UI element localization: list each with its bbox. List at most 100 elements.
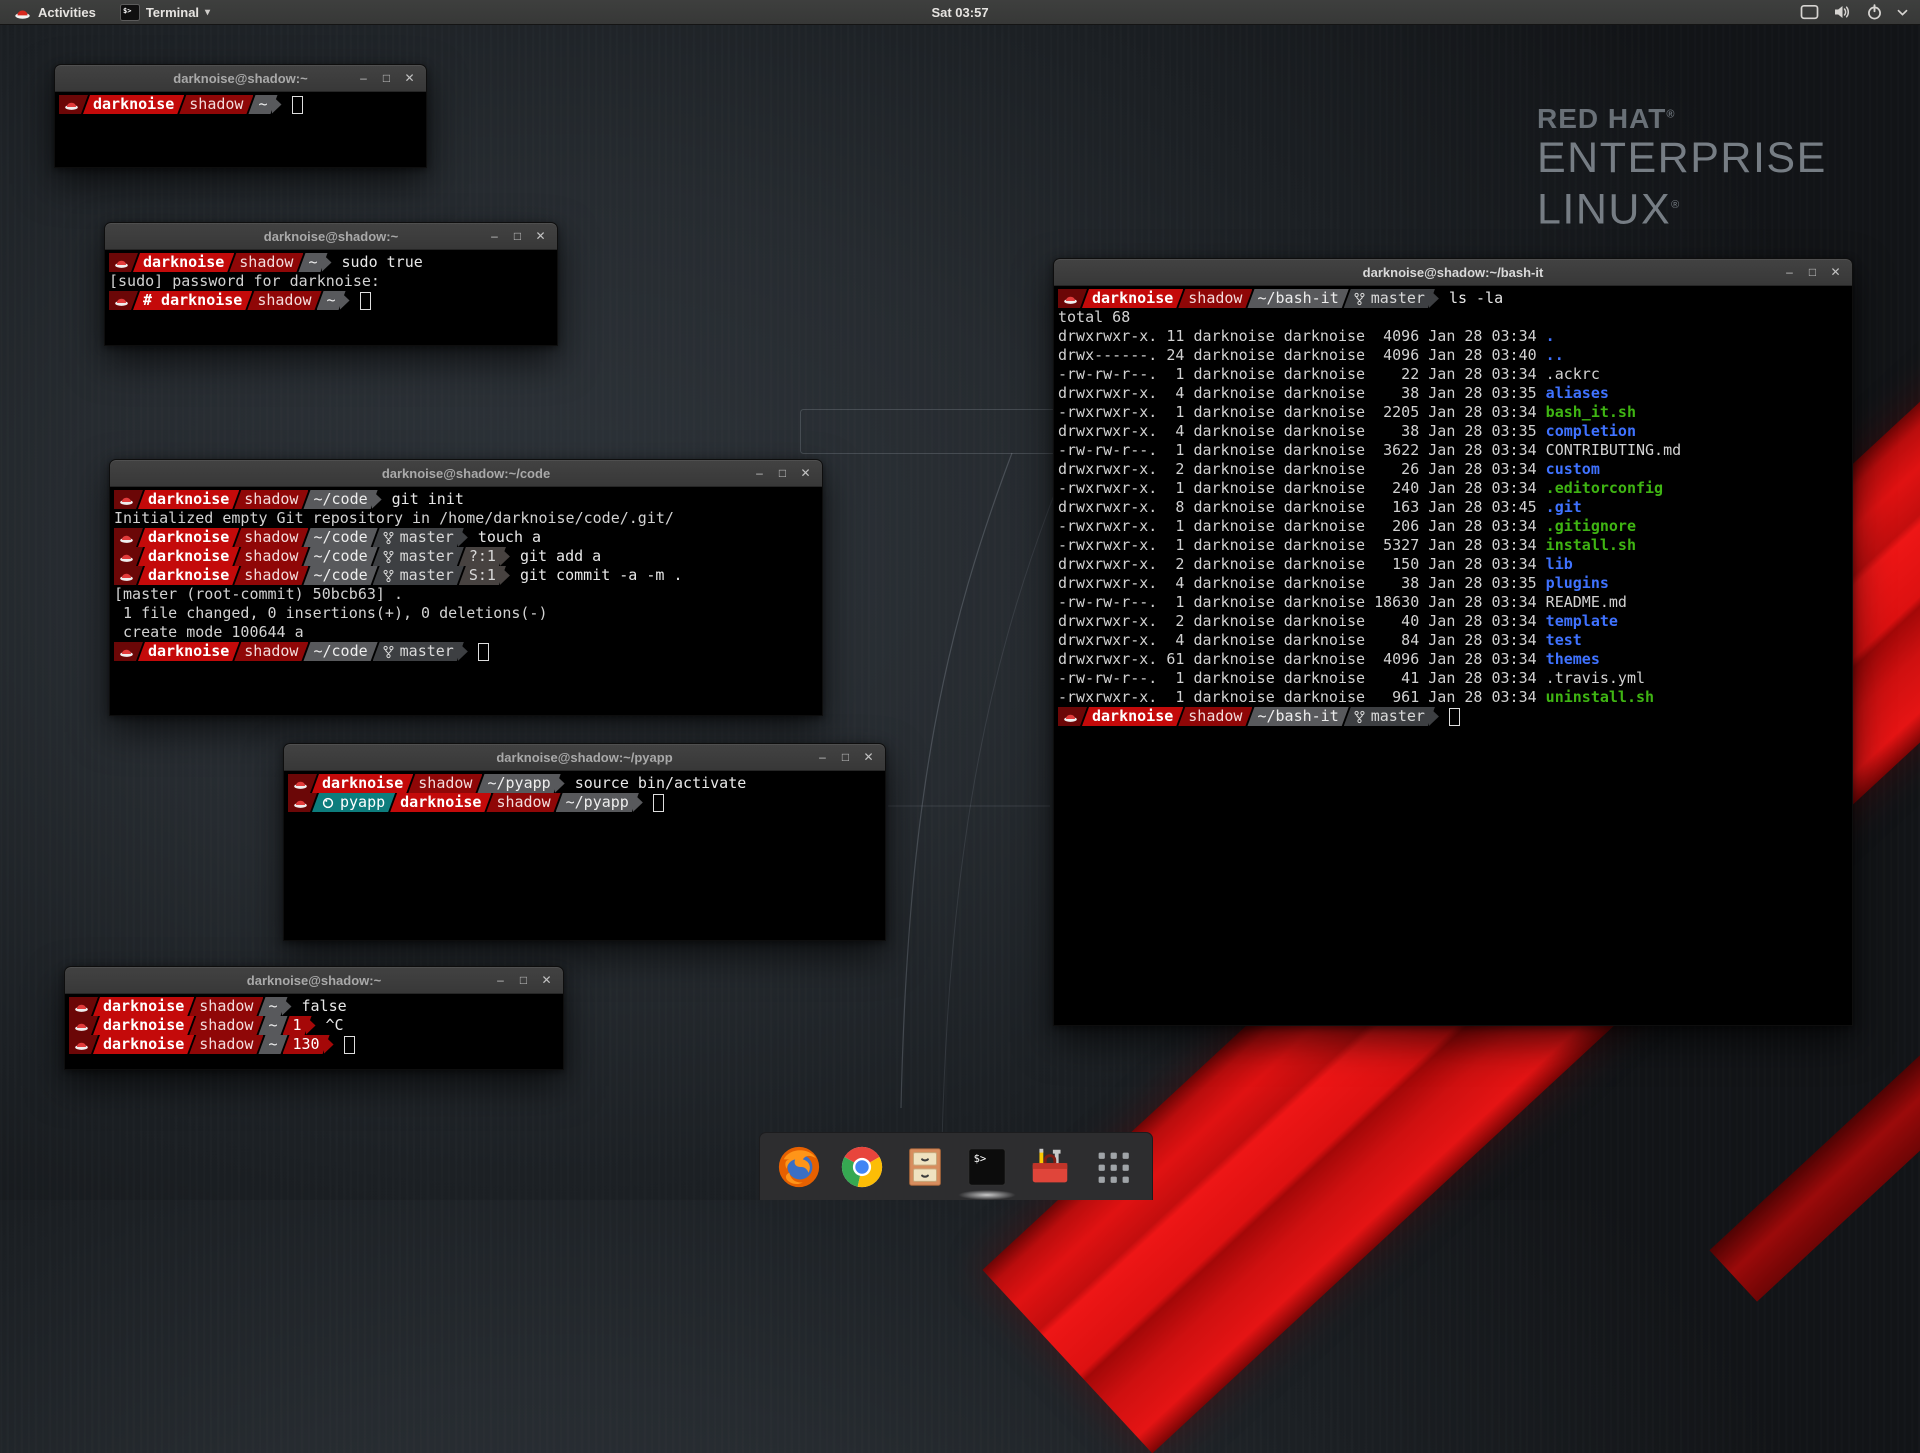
- close-button[interactable]: ✕: [537, 967, 556, 993]
- activities-button[interactable]: Activities: [0, 0, 110, 24]
- prompt-segment-path: ~: [258, 1016, 287, 1035]
- window-titlebar[interactable]: darknoise@shadow:~–□✕: [105, 223, 557, 250]
- ls-row-filename: .gitignore: [1546, 517, 1636, 536]
- terminal-line: darknoiseshadow~/codemastertouch a: [114, 528, 818, 547]
- window-controls: –□✕: [491, 967, 563, 993]
- terminal-line: darknoiseshadow~/bash-itmaster: [1058, 707, 1848, 726]
- power-icon[interactable]: [1866, 4, 1883, 20]
- close-button[interactable]: ✕: [1826, 259, 1845, 285]
- terminal-content[interactable]: darknoiseshadow~/pyappsource bin/activat…: [284, 771, 885, 812]
- prompt-segment-host: shadow: [1178, 289, 1252, 308]
- maximize-button[interactable]: □: [1803, 259, 1822, 285]
- command-text: false: [302, 997, 347, 1016]
- window-titlebar[interactable]: darknoise@shadow:~–□✕: [55, 65, 426, 92]
- ls-row-meta: -rw-rw-r--. 1 darknoise darknoise 41 Jan…: [1058, 669, 1546, 688]
- display-icon[interactable]: [1800, 4, 1819, 20]
- redhat-icon: [119, 569, 134, 582]
- redhat-icon: [1063, 292, 1078, 305]
- terminal-line: darknoiseshadow~/codemaster?:1git add a: [114, 547, 818, 566]
- minimize-button[interactable]: –: [491, 967, 510, 993]
- terminal-content[interactable]: darknoiseshadow~falsedarknoiseshadow~1^C…: [65, 994, 563, 1054]
- minimize-button[interactable]: –: [354, 65, 373, 91]
- prompt-segment-git: master: [373, 547, 464, 566]
- branding-line-1: RED HAT®: [1537, 103, 1827, 135]
- prompt-segment-host: shadow: [1178, 707, 1252, 726]
- git-branch-icon: [383, 569, 394, 583]
- window-titlebar[interactable]: darknoise@shadow:~/pyapp–□✕: [284, 744, 885, 771]
- dock-item-chrome[interactable]: [838, 1143, 886, 1191]
- prompt-arrow: [372, 490, 382, 509]
- dock-item-file-cabinet[interactable]: [901, 1143, 949, 1191]
- terminal-line: -rw-rw-r--. 1 darknoise darknoise 18630 …: [1058, 593, 1848, 612]
- prompt-arrow: [324, 1035, 334, 1054]
- prompt-segment-hat: [69, 1016, 98, 1035]
- terminal-cursor: [292, 96, 303, 114]
- command-text: sudo true: [342, 253, 423, 272]
- command-text: git add a: [520, 547, 601, 566]
- maximize-button[interactable]: □: [773, 460, 792, 486]
- close-button[interactable]: ✕: [796, 460, 815, 486]
- prompt-arrow: [322, 253, 332, 272]
- dock-item-firefox[interactable]: [775, 1143, 823, 1191]
- prompt-segment-host: shadow: [179, 95, 253, 114]
- terminal-content[interactable]: darknoiseshadow~/bash-itmasterls -latota…: [1054, 286, 1852, 726]
- prompt-segment-path: ~/code: [303, 528, 377, 547]
- ls-row-filename: lib: [1546, 555, 1573, 574]
- close-button[interactable]: ✕: [400, 65, 419, 91]
- top-bar: Activities $> Terminal ▾ Sat 03:57: [0, 0, 1920, 25]
- redhat-icon: [74, 1000, 89, 1013]
- close-button[interactable]: ✕: [859, 744, 878, 770]
- git-branch-label: master: [400, 642, 454, 661]
- prompt-arrow: [555, 774, 565, 793]
- chevron-down-icon[interactable]: [1897, 9, 1908, 16]
- maximize-button[interactable]: □: [377, 65, 396, 91]
- window-title: darknoise@shadow:~/pyapp: [284, 750, 885, 765]
- dock-item-toolbox[interactable]: [1026, 1143, 1074, 1191]
- terminal-window: darknoise@shadow:~/bash-it–□✕darknoisesh…: [1053, 258, 1853, 1026]
- terminal-line: pyappdarknoiseshadow~/pyapp: [288, 793, 881, 812]
- window-titlebar[interactable]: darknoise@shadow:~/bash-it–□✕: [1054, 259, 1852, 286]
- ls-row-meta: -rwxrwxr-x. 1 darknoise darknoise 240 Ja…: [1058, 479, 1546, 498]
- prompt-arrow: [500, 547, 510, 566]
- ls-row-filename: CONTRIBUTING.md: [1546, 441, 1681, 460]
- maximize-button[interactable]: □: [508, 223, 527, 249]
- clock[interactable]: Sat 03:57: [931, 5, 988, 20]
- window-titlebar[interactable]: darknoise@shadow:~/code–□✕: [110, 460, 822, 487]
- terminal-line: drwxrwxr-x. 4 darknoise darknoise 38 Jan…: [1058, 422, 1848, 441]
- desktop: { "ui": { "topbar": { "activities_label"…: [0, 0, 1920, 1200]
- prompt-arrow: [458, 642, 468, 661]
- minimize-button[interactable]: –: [813, 744, 832, 770]
- terminal-line: -rw-rw-r--. 1 darknoise darknoise 22 Jan…: [1058, 365, 1848, 384]
- terminal-icon: $>: [964, 1144, 1010, 1190]
- ls-row-filename: themes: [1546, 650, 1600, 669]
- ls-row-meta: drwxrwxr-x. 2 darknoise darknoise 40 Jan…: [1058, 612, 1546, 631]
- prompt-segment-path: ~/pyapp: [556, 793, 639, 812]
- terminal-line: darknoiseshadow~false: [69, 997, 559, 1016]
- prompt-segment-hat: [114, 642, 143, 661]
- command-text: touch a: [478, 528, 541, 547]
- prompt-arrow: [272, 95, 282, 114]
- terminal-content[interactable]: darknoiseshadow~/codegit initInitialized…: [110, 487, 822, 661]
- prompt-segment-host: shadow: [234, 490, 308, 509]
- toolbox-icon: [1027, 1144, 1073, 1190]
- dock-item-terminal[interactable]: $>: [963, 1143, 1011, 1191]
- ls-row-meta: -rwxrwxr-x. 1 darknoise darknoise 2205 J…: [1058, 403, 1546, 422]
- maximize-button[interactable]: □: [836, 744, 855, 770]
- minimize-button[interactable]: –: [750, 460, 769, 486]
- window-titlebar[interactable]: darknoise@shadow:~–□✕: [65, 967, 563, 994]
- terminal-window: darknoise@shadow:~/code–□✕ darknoiseshado…: [109, 459, 823, 716]
- minimize-button[interactable]: –: [485, 223, 504, 249]
- terminal-line: darknoiseshadow~sudo true: [109, 253, 553, 272]
- prompt-segment-hat: [1058, 289, 1087, 308]
- maximize-button[interactable]: □: [514, 967, 533, 993]
- terminal-content[interactable]: darknoiseshadow~sudo true[sudo] password…: [105, 250, 557, 310]
- terminal-line: drwxrwxr-x. 4 darknoise darknoise 84 Jan…: [1058, 631, 1848, 650]
- redhat-icon: [119, 550, 134, 563]
- volume-icon[interactable]: [1833, 4, 1852, 20]
- dock-item-app-grid[interactable]: [1089, 1143, 1137, 1191]
- close-button[interactable]: ✕: [531, 223, 550, 249]
- app-menu[interactable]: $> Terminal ▾: [110, 0, 220, 24]
- terminal-content[interactable]: darknoiseshadow~: [55, 92, 426, 114]
- chrome-icon: [839, 1144, 885, 1190]
- minimize-button[interactable]: –: [1780, 259, 1799, 285]
